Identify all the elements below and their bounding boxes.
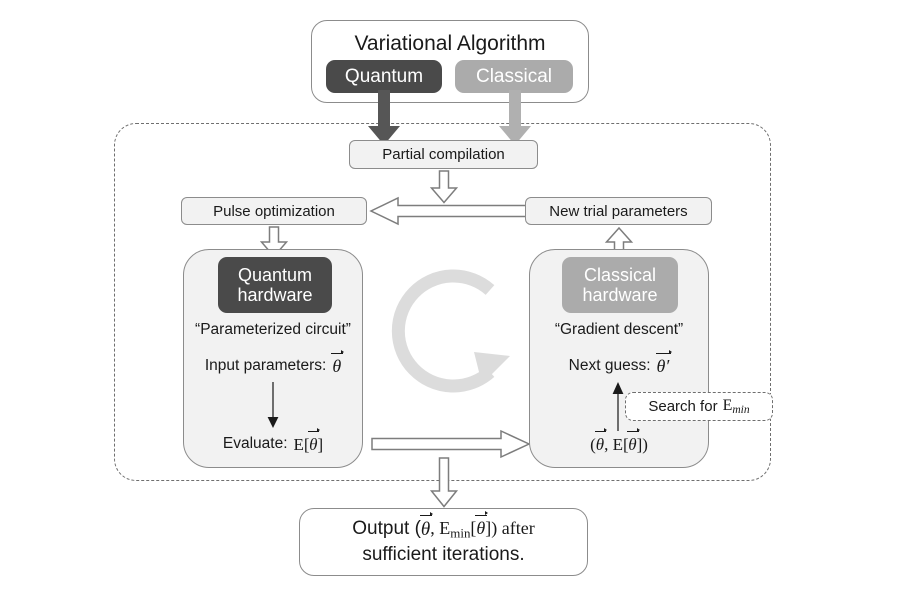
classical-hardware-chip-line1: Classical <box>583 264 657 285</box>
classical-hardware-chip: Classical hardware <box>562 257 678 313</box>
output-theta-1: θ <box>419 511 434 540</box>
parameterized-circuit-label: “Parameterized circuit” <box>195 321 351 338</box>
classical-chip[interactable]: Classical <box>455 60 573 93</box>
input-parameters-text: Input parameters: <box>204 357 327 374</box>
emin-symbol: Emin <box>722 396 750 417</box>
next-guess-text: Next guess: <box>568 357 651 374</box>
quantum-hardware-chip: Quantum hardware <box>218 257 332 313</box>
theta-vector-symbol: θ <box>331 349 344 376</box>
quantum-hardware-chip-line1: Quantum <box>237 264 313 285</box>
gradient-descent-label: “Gradient descent” <box>554 321 684 338</box>
quantum-feed-arrow-icon <box>366 90 402 146</box>
evaluate-to-classical-arrow-icon <box>371 429 531 459</box>
quantum-internal-flow-arrow-icon <box>263 382 283 430</box>
output-down-arrow-icon <box>429 457 459 508</box>
theta-energy-pair-label: (θ, E[θ]) <box>529 428 709 456</box>
evaluate-text: Evaluate: <box>222 435 288 452</box>
classical-feed-arrow-icon <box>497 90 533 146</box>
next-guess-label: Next guess: θ′ <box>529 349 709 377</box>
evaluate-expression: E[θ] <box>293 428 324 454</box>
diagram-canvas: Variational Algorithm Quantum Classical … <box>0 0 900 600</box>
output-line-1: Output ( θ , Emin[θ]) after <box>300 511 587 542</box>
new-trial-parameters-box[interactable]: New trial parameters <box>525 197 712 225</box>
search-for-emin-text: Search for <box>648 398 718 415</box>
pulse-optimization-box[interactable]: Pulse optimization <box>181 197 367 225</box>
output-energy-expression: , Emin[θ]) after <box>430 511 535 541</box>
new-params-to-pulse-arrow-icon <box>369 196 527 226</box>
variational-algorithm-title: Variational Algorithm <box>354 32 546 55</box>
search-for-emin-box[interactable]: Search for Emin <box>625 392 773 421</box>
quantum-hardware-chip-line2: hardware <box>237 285 313 305</box>
classical-hardware-chip-line2: hardware <box>582 285 658 305</box>
output-box: Output ( θ , Emin[θ]) after sufficient i… <box>299 508 588 576</box>
iteration-loop-arrow-icon <box>378 256 528 406</box>
theta-prime-vector-symbol: θ′ <box>655 349 673 376</box>
partial-compilation-box[interactable]: Partial compilation <box>349 140 538 169</box>
quantum-chip[interactable]: Quantum <box>326 60 442 93</box>
evaluate-label: Evaluate: E[θ] <box>183 428 363 456</box>
input-parameters-label: Input parameters: θ <box>183 349 363 377</box>
theta-energy-pair-expression: (θ, E[θ]) <box>590 428 648 454</box>
output-prefix: Output ( <box>352 518 421 539</box>
output-line-2: sufficient iterations. <box>362 544 525 565</box>
